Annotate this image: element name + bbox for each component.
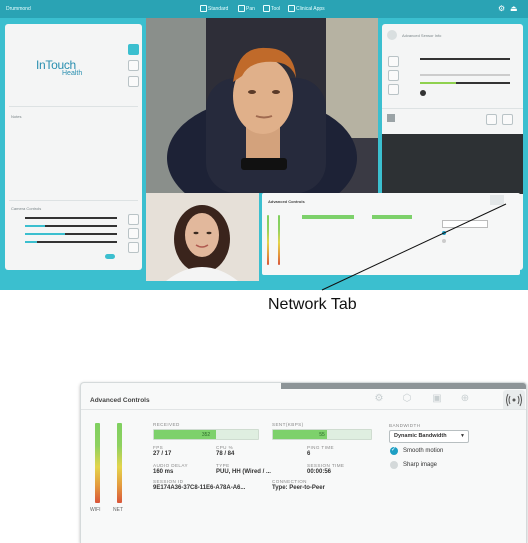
type-value: PUU, HH (Wired / ... bbox=[216, 469, 271, 475]
chevron-down-icon: ▼ bbox=[460, 433, 465, 439]
connection-label: CONNECTION bbox=[272, 479, 307, 484]
fps-value: 27 / 17 bbox=[153, 451, 172, 457]
session-id-label: SESSION ID bbox=[153, 479, 184, 484]
sent-value: 55 bbox=[319, 432, 325, 438]
advanced-controls-panel: Advanced Controls ⚙ ⬡ ▣ ⊕ WIFI NET RECEI… bbox=[80, 382, 527, 543]
header-divider bbox=[81, 409, 526, 410]
sent-label: SENT(KBPS) bbox=[272, 422, 304, 427]
session-time-label: SESSION TIME bbox=[307, 463, 345, 468]
camera-icon[interactable]: ▣ bbox=[429, 391, 445, 407]
received-bar: 352 bbox=[153, 429, 259, 440]
smooth-motion-label: Smooth motion bbox=[403, 448, 444, 454]
session-time-value: 00:00:56 bbox=[307, 469, 332, 475]
received-value: 352 bbox=[201, 432, 211, 438]
bandwidth-label: BANDWIDTH bbox=[389, 423, 421, 428]
network-tab[interactable] bbox=[503, 390, 525, 409]
sharp-image-label: Sharp image bbox=[403, 462, 438, 468]
fps-label: FPS bbox=[153, 445, 164, 450]
net-meter bbox=[117, 423, 122, 503]
net-label: NET bbox=[113, 507, 123, 513]
network-icon bbox=[506, 393, 522, 407]
audio-delay-label: AUDIO DELAY bbox=[153, 463, 188, 468]
wifi-label: WIFI bbox=[90, 507, 101, 513]
drive-icon[interactable]: ⬡ bbox=[399, 391, 415, 407]
sent-bar: 55 bbox=[272, 429, 372, 440]
bandwidth-select[interactable]: Dynamic Bandwidth ▼ bbox=[389, 430, 469, 443]
advanced-controls-title: Advanced Controls bbox=[90, 397, 150, 404]
bandwidth-selected: Dynamic Bandwidth bbox=[394, 433, 447, 439]
ping-time-label: PING TIME bbox=[307, 445, 334, 450]
check-icon: ✓ bbox=[391, 447, 397, 453]
cpu-label: CPU % bbox=[216, 445, 234, 450]
connection-value: Type: Peer-to-Peer bbox=[272, 485, 325, 491]
settings-icon[interactable]: ⊕ bbox=[457, 391, 473, 407]
robot-icon[interactable]: ⚙ bbox=[371, 391, 387, 407]
received-label: RECEIVED bbox=[153, 422, 180, 427]
session-id-value: 9E174A36-37C8-11E6-A78A-A6... bbox=[153, 485, 246, 491]
type-label: TYPE bbox=[216, 463, 230, 468]
smooth-motion-checkbox[interactable]: ✓ bbox=[390, 447, 398, 455]
ping-time-value: 6 bbox=[307, 451, 311, 457]
wifi-meter bbox=[95, 423, 100, 503]
callout-label: Network Tab bbox=[268, 296, 357, 313]
sharp-image-checkbox[interactable] bbox=[390, 461, 398, 469]
cpu-value: 78 / 84 bbox=[216, 451, 235, 457]
callout-arrow bbox=[321, 203, 507, 291]
panel-top-stripe bbox=[281, 383, 526, 389]
audio-delay-value: 160 ms bbox=[153, 469, 174, 475]
